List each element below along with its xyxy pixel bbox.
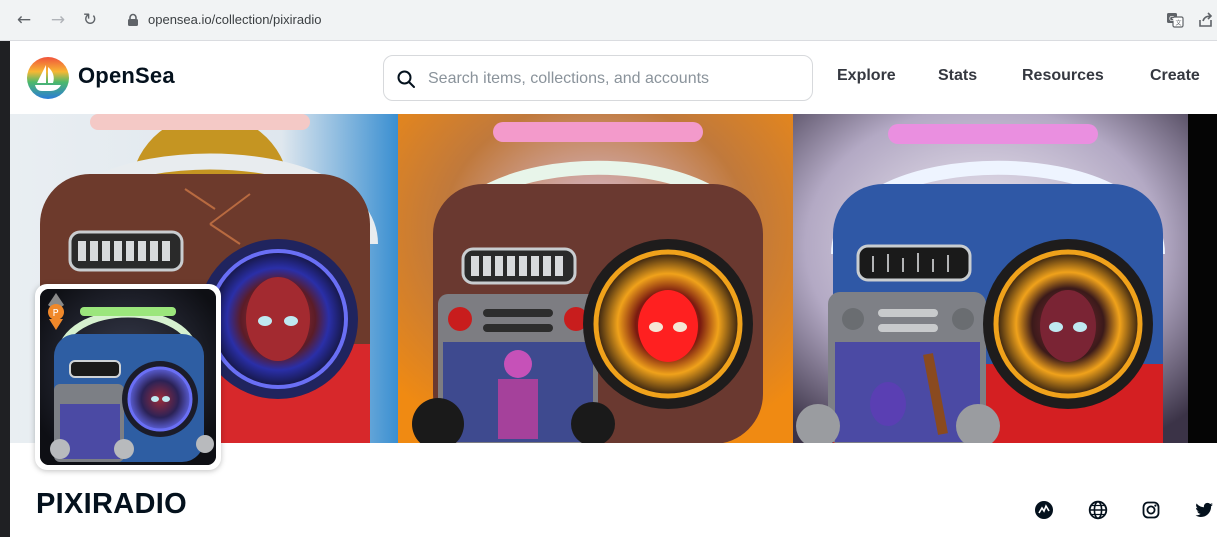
instagram-icon[interactable] (1141, 500, 1161, 520)
search-icon (397, 70, 415, 88)
nav-resources[interactable]: Resources (1022, 67, 1104, 85)
brand-name[interactable]: OpenSea (78, 63, 175, 89)
reload-icon[interactable]: ↻ (80, 10, 100, 30)
svg-text:文: 文 (1176, 19, 1182, 27)
globe-icon[interactable] (1088, 500, 1108, 520)
lock-icon (128, 13, 138, 26)
svg-text:P: P (53, 308, 59, 319)
banner-artwork-2 (398, 114, 793, 443)
forward-arrow-icon[interactable]: → (48, 10, 68, 30)
browser-toolbar: ← → ↻ opensea.io/collection/pixiradio G … (0, 0, 1217, 41)
site-header: OpenSea Explore Stats Resources Create (10, 41, 1217, 114)
search-input[interactable] (426, 64, 800, 94)
svg-text:G: G (1169, 15, 1174, 23)
search-box[interactable] (383, 55, 813, 101)
verified-badge-icon: P (48, 293, 64, 330)
opensea-stats-icon[interactable] (1034, 500, 1054, 520)
share-icon[interactable] (1197, 11, 1215, 29)
address-bar[interactable]: opensea.io/collection/pixiradio (112, 6, 1152, 34)
url-text: opensea.io/collection/pixiradio (148, 12, 322, 27)
twitter-icon[interactable] (1194, 500, 1214, 520)
collection-title: PIXIRADIO (36, 488, 187, 520)
back-arrow-icon[interactable]: ← (14, 10, 34, 30)
nav-create[interactable]: Create (1150, 67, 1200, 85)
nav-stats[interactable]: Stats (938, 67, 977, 85)
nav-explore[interactable]: Explore (837, 67, 896, 85)
banner-artwork-3 (793, 114, 1217, 443)
web-page: OpenSea Explore Stats Resources Create (10, 41, 1217, 537)
opensea-logo-icon[interactable] (26, 56, 70, 100)
translate-icon[interactable]: G 文 (1166, 11, 1184, 29)
